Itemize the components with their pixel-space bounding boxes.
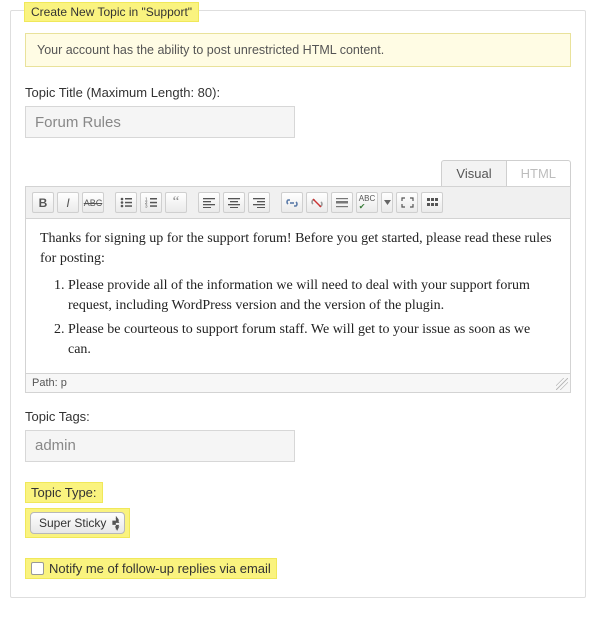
topic-type-label: Topic Type: <box>25 482 103 503</box>
bold-button[interactable]: B <box>32 192 54 213</box>
create-topic-panel: Your account has the ability to post unr… <box>10 10 586 598</box>
topic-type-selected-value: Super Sticky <box>39 516 106 530</box>
editor-content[interactable]: Thanks for signing up for the support fo… <box>26 219 570 373</box>
editor-path-bar: Path: p <box>26 373 570 392</box>
list-item: Please be courteous to support forum sta… <box>68 320 556 361</box>
topic-title-input[interactable] <box>25 106 295 138</box>
list-item: Please provide all of the information we… <box>68 276 556 317</box>
topic-type-select[interactable]: Super Sticky ▴▾ <box>30 512 125 534</box>
rich-text-editor: B I ABC 123 “ <box>25 186 571 393</box>
topic-type-block: Topic Type: Super Sticky ▴▾ <box>25 482 571 538</box>
path-label: Path: <box>32 377 58 389</box>
path-value: p <box>61 377 67 389</box>
align-right-button[interactable] <box>248 192 270 213</box>
editor-intro-text: Thanks for signing up for the support fo… <box>40 229 556 270</box>
spellcheck-button[interactable]: ABC✔ <box>356 192 378 213</box>
form-legend: Create New Topic in "Support" <box>24 2 199 22</box>
fullscreen-button[interactable] <box>396 192 418 213</box>
ol-button[interactable]: 123 <box>140 192 162 213</box>
ul-button[interactable] <box>115 192 137 213</box>
kitchen-sink-button[interactable] <box>421 192 443 213</box>
topic-title-block: Topic Title (Maximum Length: 80): <box>25 85 571 138</box>
unlink-button[interactable] <box>306 192 328 213</box>
html-capability-notice: Your account has the ability to post unr… <box>25 33 571 67</box>
select-arrows-icon: ▴▾ <box>115 516 120 532</box>
tab-html[interactable]: HTML <box>507 160 571 186</box>
topic-title-label: Topic Title (Maximum Length: 80): <box>25 85 571 100</box>
editor-toolbar: B I ABC 123 “ <box>26 187 570 219</box>
align-center-button[interactable] <box>223 192 245 213</box>
align-left-button[interactable] <box>198 192 220 213</box>
notify-row: Notify me of follow-up replies via email <box>25 558 277 579</box>
notify-label: Notify me of follow-up replies via email <box>49 561 271 576</box>
editor-rules-list: Please provide all of the information we… <box>68 276 556 361</box>
spellcheck-dropdown-button[interactable] <box>381 192 393 213</box>
svg-text:3: 3 <box>145 204 148 209</box>
notify-checkbox[interactable] <box>31 562 44 575</box>
strike-button[interactable]: ABC <box>82 192 104 213</box>
resize-handle[interactable] <box>556 378 568 390</box>
blockquote-button[interactable]: “ <box>165 192 187 213</box>
topic-tags-block: Topic Tags: <box>25 409 571 462</box>
topic-tags-label: Topic Tags: <box>25 409 571 424</box>
link-button[interactable] <box>281 192 303 213</box>
tab-visual[interactable]: Visual <box>441 160 506 186</box>
topic-tags-input[interactable] <box>25 430 295 462</box>
insert-break-button[interactable] <box>331 192 353 213</box>
italic-button[interactable]: I <box>57 192 79 213</box>
